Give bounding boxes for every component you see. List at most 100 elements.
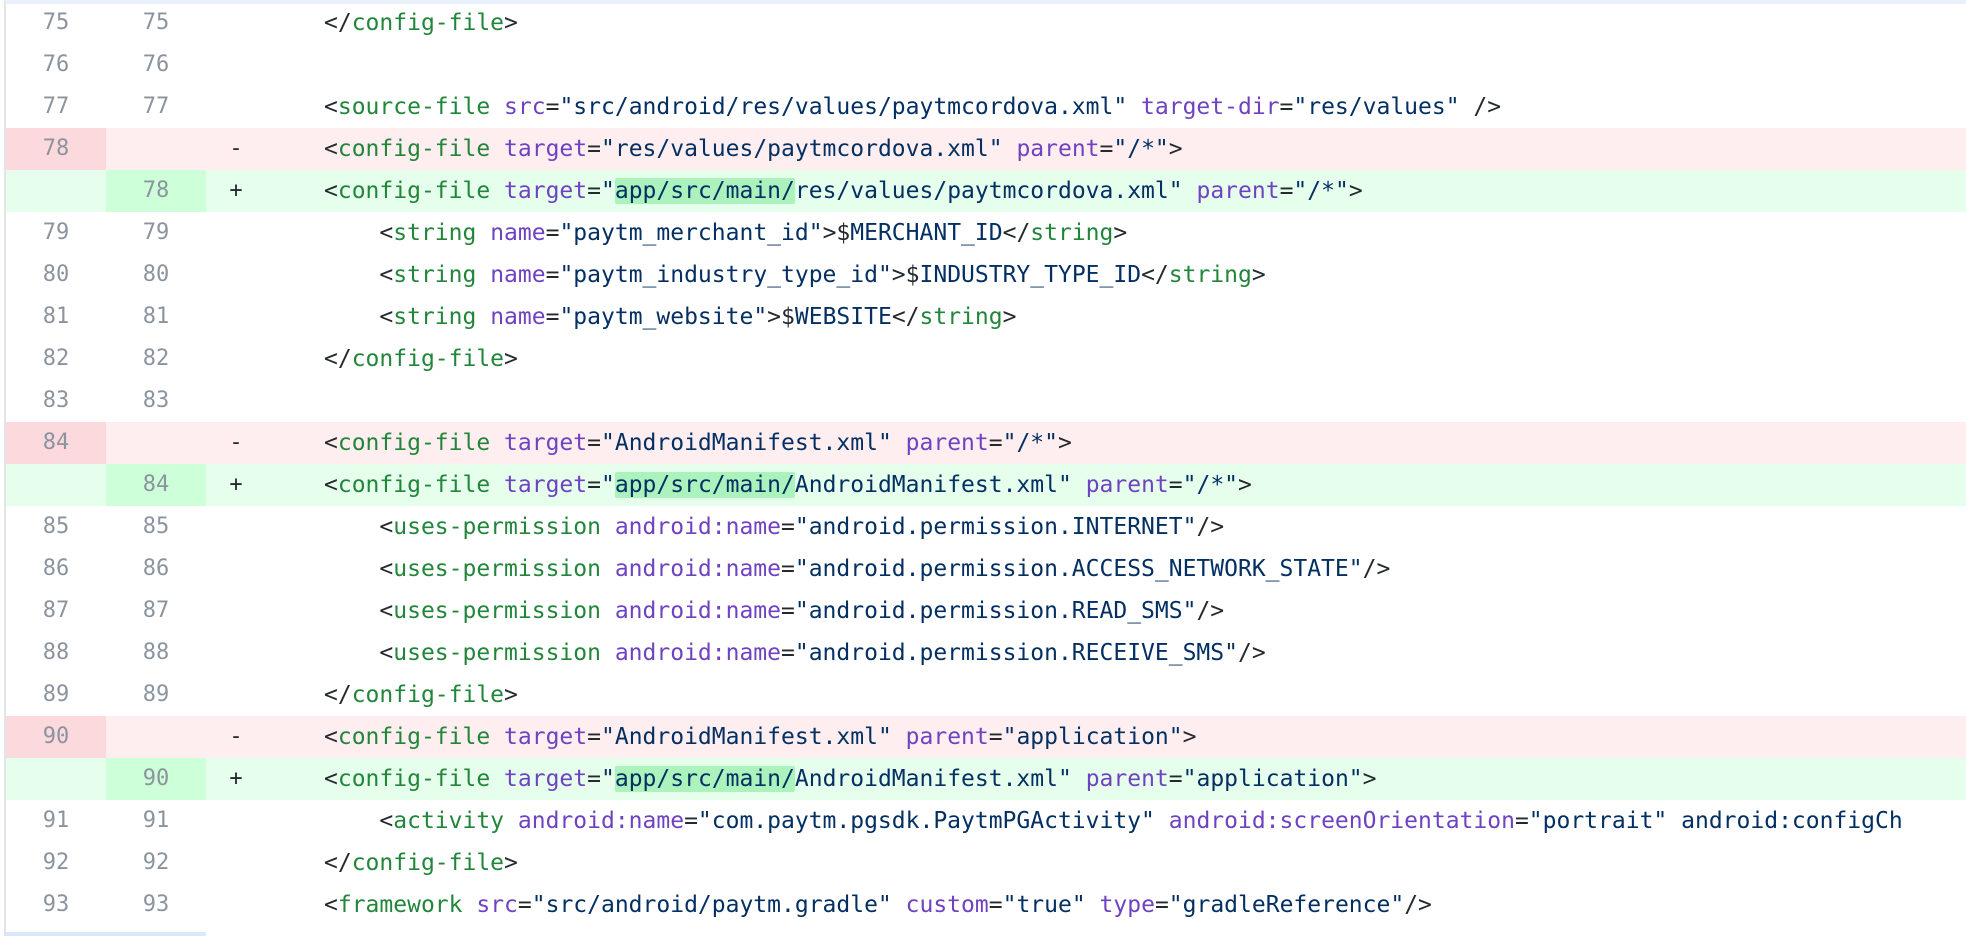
deletion-marker: - bbox=[229, 724, 243, 749]
diff-marker bbox=[206, 296, 266, 338]
addition-marker: + bbox=[229, 766, 243, 791]
code-line: </config-file> bbox=[324, 10, 518, 36]
line-number-gutter: 75 75 bbox=[6, 2, 206, 44]
new-line-number[interactable]: 83 bbox=[106, 380, 206, 422]
line-number-gutter: 80 80 bbox=[6, 254, 206, 296]
code-line: <config-file target="res/values/paytmcor… bbox=[324, 136, 1183, 162]
line-number-gutter: 92 92 bbox=[6, 842, 206, 884]
old-line-number[interactable]: 76 bbox=[6, 44, 106, 86]
diff-marker bbox=[206, 674, 266, 716]
new-line-number[interactable] bbox=[106, 716, 206, 758]
new-line-number[interactable]: 91 bbox=[106, 800, 206, 842]
old-line-number[interactable] bbox=[6, 170, 106, 212]
diff-line: 83 83 bbox=[6, 380, 1966, 422]
new-line-number[interactable]: 81 bbox=[106, 296, 206, 338]
new-line-number[interactable] bbox=[106, 128, 206, 170]
old-line-number[interactable]: 75 bbox=[6, 2, 106, 44]
line-number-gutter: 89 89 bbox=[6, 674, 206, 716]
code-line: <string name="paytm_merchant_id">$MERCHA… bbox=[379, 220, 1128, 246]
code-line: <framework src="src/android/paytm.gradle… bbox=[324, 892, 1432, 918]
diff-line: 87 87 <uses-permission android:name="andr… bbox=[6, 590, 1966, 632]
diff-line: 86 86 <uses-permission android:name="andr… bbox=[6, 548, 1966, 590]
code-line: </config-file> bbox=[324, 682, 518, 708]
new-line-number[interactable]: 86 bbox=[106, 548, 206, 590]
diff-line: 92 92 </config-file> bbox=[6, 842, 1966, 884]
diff-marker bbox=[206, 548, 266, 590]
new-line-number[interactable]: 79 bbox=[106, 212, 206, 254]
diff-line: 81 81 <string name="paytm_website">$WEBSI… bbox=[6, 296, 1966, 338]
old-line-number[interactable]: 82 bbox=[6, 338, 106, 380]
line-number-gutter: 81 81 bbox=[6, 296, 206, 338]
code-line: <config-file target="app/src/main/Androi… bbox=[324, 472, 1252, 498]
diff-marker bbox=[206, 590, 266, 632]
diff-marker bbox=[206, 254, 266, 296]
new-line-number[interactable]: 92 bbox=[106, 842, 206, 884]
diff-marker bbox=[206, 842, 266, 884]
old-line-number[interactable]: 86 bbox=[6, 548, 106, 590]
deletion-marker: - bbox=[229, 430, 243, 455]
diff-marker bbox=[206, 2, 266, 44]
old-line-number[interactable]: 91 bbox=[6, 800, 106, 842]
old-line-number[interactable] bbox=[6, 464, 106, 506]
addition-marker: + bbox=[229, 472, 243, 497]
old-line-number[interactable]: 78 bbox=[6, 128, 106, 170]
line-number-gutter: 84 bbox=[6, 422, 206, 464]
line-number-gutter: 77 77 bbox=[6, 86, 206, 128]
old-line-number[interactable]: 87 bbox=[6, 590, 106, 632]
code-line: </config-file> bbox=[324, 850, 518, 876]
code-line: <uses-permission android:name="android.p… bbox=[379, 514, 1225, 540]
new-line-number[interactable]: 89 bbox=[106, 674, 206, 716]
line-number-gutter: 87 87 bbox=[6, 590, 206, 632]
old-line-number[interactable]: 93 bbox=[6, 884, 106, 926]
code-line: <string name="paytm_industry_type_id">$I… bbox=[379, 262, 1266, 288]
new-line-number[interactable]: 85 bbox=[106, 506, 206, 548]
code-line: <config-file target="AndroidManifest.xml… bbox=[324, 724, 1197, 750]
diff-marker bbox=[206, 212, 266, 254]
diff-marker bbox=[206, 86, 266, 128]
diff-line: 82 82 </config-file> bbox=[6, 338, 1966, 380]
new-line-number[interactable]: 80 bbox=[106, 254, 206, 296]
diff-line-added: 78 + <config-file target="app/src/main/res… bbox=[6, 170, 1966, 212]
old-line-number[interactable]: 83 bbox=[6, 380, 106, 422]
new-line-number[interactable]: 90 bbox=[106, 758, 206, 800]
old-line-number[interactable]: 89 bbox=[6, 674, 106, 716]
old-line-number[interactable]: 84 bbox=[6, 422, 106, 464]
diff-line-deleted: 90 - <config-file target="AndroidManifest.… bbox=[6, 716, 1966, 758]
new-line-number[interactable]: 77 bbox=[106, 86, 206, 128]
line-number-gutter: 91 91 bbox=[6, 800, 206, 842]
diff-marker bbox=[206, 380, 266, 422]
new-line-number[interactable]: 93 bbox=[106, 884, 206, 926]
diff-line: 76 76 bbox=[6, 44, 1966, 86]
line-number-gutter: 79 79 bbox=[6, 212, 206, 254]
old-line-number[interactable]: 85 bbox=[6, 506, 106, 548]
diff-line: 77 77 <source-file src="src/android/res/va… bbox=[6, 86, 1966, 128]
diff-line: 80 80 <string name="paytm_industry_type_i… bbox=[6, 254, 1966, 296]
diff-marker bbox=[206, 44, 266, 86]
new-line-number[interactable]: 78 bbox=[106, 170, 206, 212]
new-line-number[interactable]: 76 bbox=[106, 44, 206, 86]
new-line-number[interactable]: 75 bbox=[106, 2, 206, 44]
old-line-number[interactable]: 90 bbox=[6, 716, 106, 758]
line-number-gutter: 86 86 bbox=[6, 548, 206, 590]
old-line-number[interactable]: 81 bbox=[6, 296, 106, 338]
new-line-number[interactable]: 88 bbox=[106, 632, 206, 674]
new-line-number[interactable]: 84 bbox=[106, 464, 206, 506]
line-number-gutter: 82 82 bbox=[6, 338, 206, 380]
diff-line-added: 84 + <config-file target="app/src/main/And… bbox=[6, 464, 1966, 506]
line-number-gutter: 90 bbox=[6, 716, 206, 758]
diff-line: 93 93 <framework src="src/android/paytm.gr… bbox=[6, 884, 1966, 926]
old-line-number[interactable] bbox=[6, 758, 106, 800]
new-line-number[interactable]: 82 bbox=[106, 338, 206, 380]
line-number-gutter: 90 bbox=[6, 758, 206, 800]
diff-line: 85 85 <uses-permission android:name="andr… bbox=[6, 506, 1966, 548]
old-line-number[interactable]: 79 bbox=[6, 212, 106, 254]
old-line-number[interactable]: 77 bbox=[6, 86, 106, 128]
old-line-number[interactable]: 80 bbox=[6, 254, 106, 296]
new-line-number[interactable] bbox=[106, 422, 206, 464]
old-line-number[interactable]: 88 bbox=[6, 632, 106, 674]
new-line-number[interactable]: 87 bbox=[106, 590, 206, 632]
code-line: <config-file target="AndroidManifest.xml… bbox=[324, 430, 1072, 456]
old-line-number[interactable]: 92 bbox=[6, 842, 106, 884]
diff-line: 91 91 <activity android:name="com.paytm.p… bbox=[6, 800, 1966, 842]
